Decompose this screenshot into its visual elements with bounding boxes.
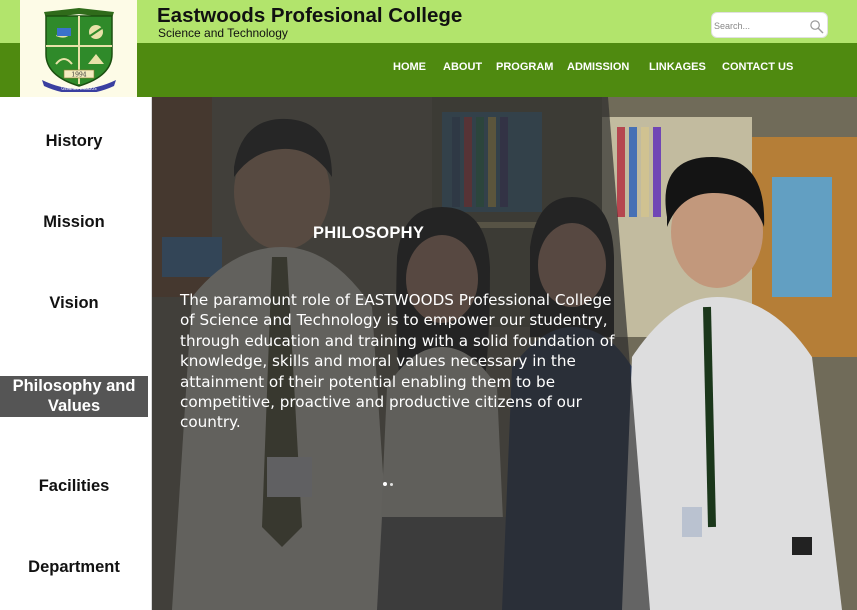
sidebar-item-facilities[interactable]: Facilities (0, 476, 148, 496)
search-icon[interactable] (809, 19, 824, 34)
carousel-dot[interactable] (390, 483, 393, 486)
college-tagline: Science and Technology (158, 26, 288, 40)
svg-text:GENESIS EXODUS: GENESIS EXODUS (61, 86, 97, 91)
search-box[interactable] (711, 12, 828, 38)
carousel-dot-active[interactable] (383, 482, 387, 486)
svg-text:1994: 1994 (71, 72, 86, 79)
nav-linkages[interactable]: LINKAGES (649, 61, 706, 73)
philosophy-statement: The paramount role of EASTWOODS Professi… (180, 291, 615, 432)
carousel-indicator[interactable] (383, 482, 395, 488)
nav-about[interactable]: ABOUT (443, 61, 482, 73)
nav-contact-us[interactable]: CONTACT US (722, 61, 793, 73)
college-name: Eastwoods Profesional College (157, 4, 463, 27)
sidebar-item-department[interactable]: Department (0, 557, 148, 577)
sidebar-item-philosophy-and-values[interactable]: Philosophy and Values (0, 376, 148, 417)
nav-program[interactable]: PROGRAM (496, 61, 553, 73)
philosophy-hero: PHILOSOPHY The paramount role of EASTWOO… (152, 97, 857, 610)
nav-home[interactable]: HOME (393, 61, 426, 73)
section-heading: PHILOSOPHY (313, 224, 425, 242)
sidebar-item-mission[interactable]: Mission (0, 212, 148, 232)
college-seal-icon: 1994 GENESIS EXODUS (42, 8, 116, 92)
sidebar-item-vision[interactable]: Vision (0, 293, 148, 313)
search-input[interactable] (714, 17, 804, 34)
about-sidebar: History Mission Vision Philosophy and Va… (0, 97, 152, 610)
sidebar-item-history[interactable]: History (0, 131, 148, 151)
college-logo[interactable]: 1994 GENESIS EXODUS (20, 0, 137, 97)
nav-admission[interactable]: ADMISSION (567, 61, 629, 73)
